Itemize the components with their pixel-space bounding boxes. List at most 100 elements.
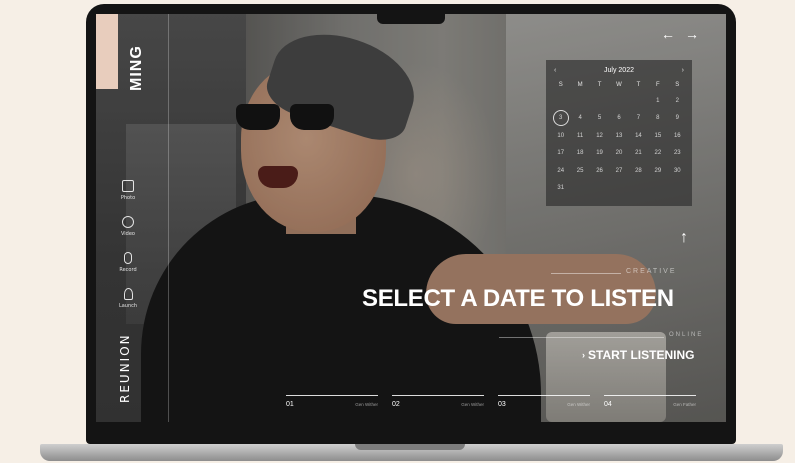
day-number: 9 [675, 115, 679, 122]
day-number: 1 [656, 97, 660, 104]
brand-name[interactable]: MING [128, 45, 146, 91]
calendar-day[interactable]: 24 [551, 162, 570, 180]
calendar-day[interactable]: 1 [648, 92, 667, 110]
calendar-day[interactable]: 21 [629, 145, 648, 163]
empty-cell [570, 92, 589, 110]
calendar-day[interactable]: 20 [609, 145, 628, 163]
reunion-logo[interactable]: REUNION [118, 333, 132, 403]
calendar-day[interactable]: 5 [590, 110, 609, 128]
calendar-day[interactable]: 31 [551, 180, 570, 198]
calendar-day[interactable]: 25 [570, 162, 589, 180]
day-number: 19 [596, 150, 603, 157]
calendar-header: ‹ July 2022 › [546, 60, 692, 78]
arrow-left-icon[interactable]: ← [661, 26, 675, 42]
start-listening-label: START LISTENING [588, 348, 695, 362]
day-number: 24 [557, 167, 565, 174]
day-number: 16 [673, 132, 681, 139]
camera-notch [377, 12, 445, 24]
timeline-item[interactable]: 03 Gen Wither [498, 395, 590, 408]
timeline-number: 02 [392, 401, 400, 408]
weekday-label: W [616, 82, 622, 88]
divider-line [499, 337, 664, 338]
day-number: 12 [596, 132, 603, 139]
day-number: 4 [578, 115, 582, 122]
start-listening-button[interactable]: › START LISTENING [582, 348, 694, 362]
day-number: 31 [557, 185, 565, 192]
timeline-item[interactable]: 04 Gen Father [604, 395, 696, 408]
calendar-day[interactable]: 16 [668, 127, 687, 145]
timeline-bar [498, 395, 590, 396]
calendar-day[interactable]: 26 [590, 162, 609, 180]
calendar-day[interactable]: 28 [629, 162, 648, 180]
calendar-day[interactable]: 6 [609, 110, 628, 128]
calendar-day[interactable]: 18 [570, 145, 589, 163]
day-number: 21 [635, 150, 642, 157]
laptop-base-notch [355, 444, 465, 450]
timeline-number: 01 [286, 401, 294, 408]
day-number: 3 [552, 110, 569, 127]
calendar-day[interactable]: 22 [648, 145, 667, 163]
calendar-day[interactable]: 11 [570, 127, 589, 145]
day-number: 22 [654, 150, 662, 157]
calendar-day[interactable]: 14 [629, 127, 648, 145]
timeline-item[interactable]: 02 Gen Wither [392, 395, 484, 408]
day-number: 23 [673, 150, 681, 157]
calendar-day[interactable]: 4 [570, 110, 589, 128]
day-number: 5 [597, 115, 602, 122]
calendar-day[interactable]: 23 [668, 145, 687, 163]
day-number: 11 [577, 132, 584, 139]
weekday-label: S [675, 82, 680, 88]
calendar-day[interactable]: 15 [648, 127, 667, 145]
tag-online: ONLINE [669, 332, 704, 338]
laptop-screen: MING Photo Video Record Launch REUNION ←… [96, 14, 726, 422]
calendar-day[interactable]: 10 [551, 127, 570, 145]
timeline-caption: Gen Father [673, 402, 696, 407]
calendar-day-selected[interactable]: 3 [551, 110, 570, 128]
prev-month-button[interactable]: ‹ [554, 67, 556, 74]
calendar-day[interactable]: 12 [590, 127, 609, 145]
weekday-label: T [636, 82, 641, 88]
rocket-icon [123, 288, 133, 300]
empty-cell [590, 180, 609, 198]
weekday-label: F [656, 82, 660, 88]
empty-cell [668, 180, 687, 198]
empty-cell [551, 92, 570, 110]
sidebar-item-video[interactable]: Video [110, 216, 146, 252]
day-number: 15 [654, 132, 662, 139]
day-number: 29 [654, 167, 662, 174]
microphone-icon [124, 252, 132, 264]
sidebar-divider [168, 14, 169, 422]
timeline-number: 03 [498, 401, 506, 408]
sidebar-item-record[interactable]: Record [110, 252, 146, 288]
sidebar-item-launch[interactable]: Launch [110, 288, 146, 324]
calendar-day[interactable]: 13 [609, 127, 628, 145]
day-number: 30 [673, 167, 681, 174]
calendar-day[interactable]: 19 [590, 145, 609, 163]
calendar-day[interactable]: 8 [648, 110, 667, 128]
calendar-day[interactable]: 17 [551, 145, 570, 163]
calendar-grid: S M T W T F S 1 2 3 4 5 6 7 8 9 10 11 12 13 14 15 16 17 18 19 20 21… [546, 78, 692, 197]
calendar-day[interactable]: 29 [648, 162, 667, 180]
timeline-number: 04 [604, 401, 612, 408]
weekday-label: M [577, 82, 583, 88]
page-title: SELECT A DATE TO LISTEN [362, 285, 674, 312]
empty-cell [629, 180, 648, 198]
divider-line [551, 273, 621, 274]
calendar-day[interactable]: 9 [668, 110, 687, 128]
timeline-item[interactable]: 01 Gen Wither [286, 395, 378, 408]
arrow-up-icon[interactable]: ↑ [680, 229, 688, 247]
calendar-day[interactable]: 27 [609, 162, 628, 180]
image-icon [122, 180, 134, 192]
calendar-day[interactable]: 7 [629, 110, 648, 128]
timeline-caption: Gen Wither [355, 402, 378, 407]
empty-cell [609, 92, 628, 110]
empty-cell [629, 92, 648, 110]
next-month-button[interactable]: › [682, 67, 684, 74]
day-number: 13 [615, 132, 623, 139]
sidebar-item-label: Photo [120, 195, 136, 201]
calendar-day[interactable]: 2 [668, 92, 687, 110]
calendar-day[interactable]: 30 [668, 162, 687, 180]
sidebar-item-photo[interactable]: Photo [110, 180, 146, 216]
timeline: 01 Gen Wither 02 Gen Wither 03 Gen Wither 0… [286, 395, 696, 408]
arrow-right-icon[interactable]: → [685, 26, 699, 42]
